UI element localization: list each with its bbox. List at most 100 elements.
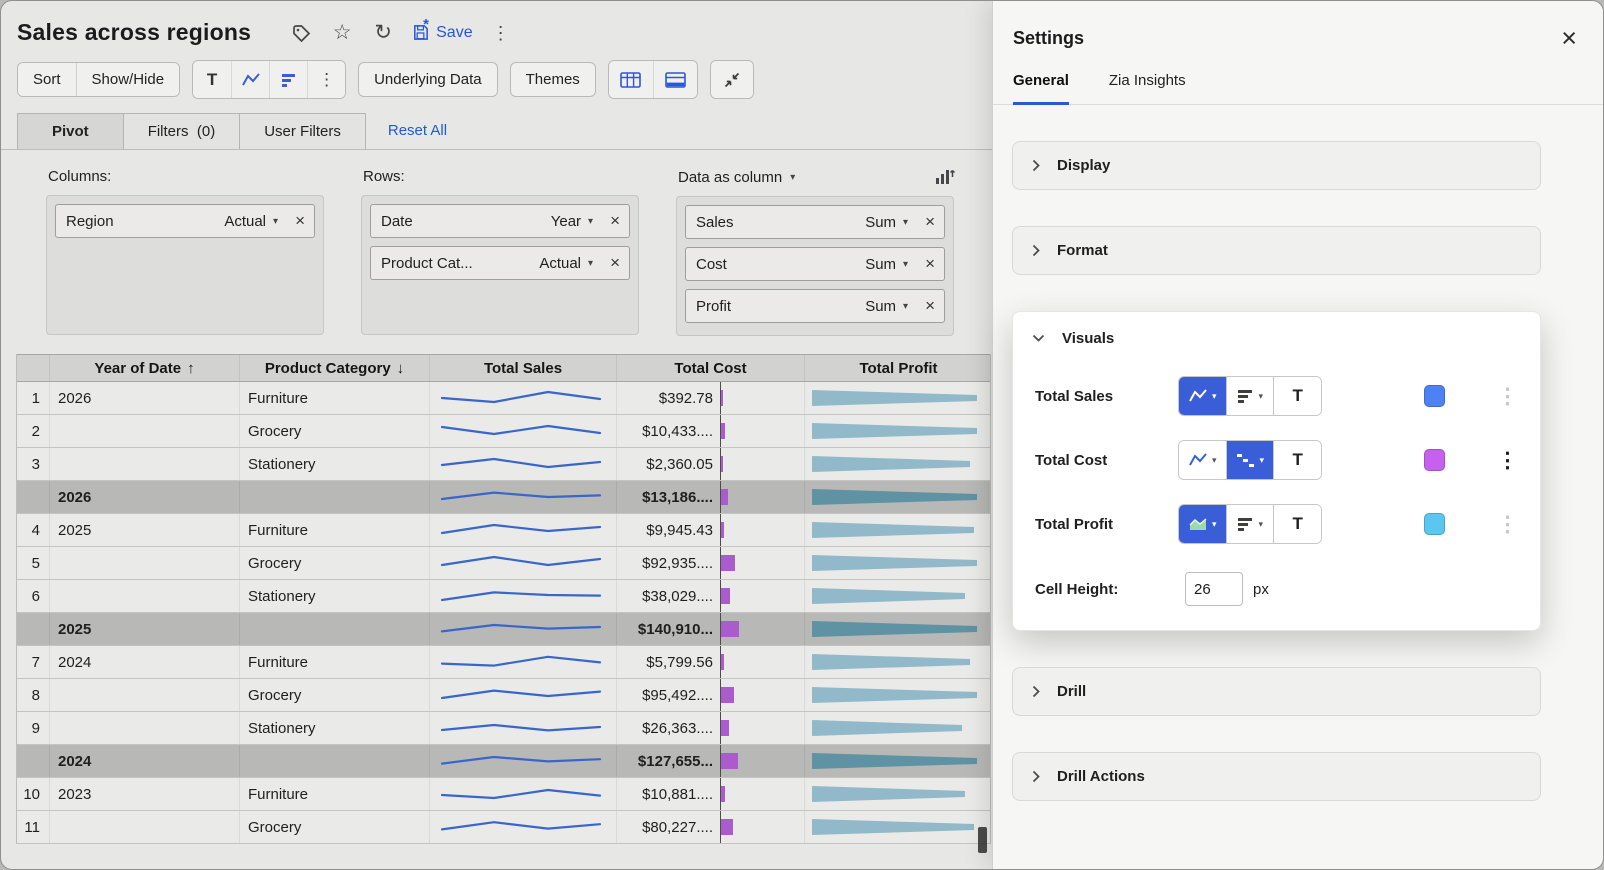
show-hide-button[interactable]: Show/Hide [76,63,180,96]
pivot-data-row[interactable]: 8Grocery$95,492.... [17,679,990,712]
section-drill[interactable]: Drill [1012,667,1541,716]
hbar-chart-button[interactable]: ▾ [1226,377,1274,415]
visuals-header[interactable]: Visuals [1013,312,1540,364]
pivot-data-row[interactable]: 5Grocery$92,935.... [17,547,990,580]
report-header: Sales across regions ☆ ↻ * Save ⋮ [1,1,994,52]
column-header-year[interactable]: Year of Date↑ [50,355,240,381]
columns-drop-zone[interactable]: RegionActual▾× [46,195,324,335]
aggregation-dropdown[interactable]: Year▾ [543,213,601,230]
more-options-icon[interactable]: ⋮ [1497,514,1518,535]
cell-height-input[interactable] [1185,572,1243,606]
pivot-data-row[interactable]: 11Grocery$80,227.... [17,811,990,844]
line-chart-button[interactable]: ▾ [1179,441,1226,479]
remove-field-icon[interactable]: × [916,212,938,232]
data-as-column-dropdown[interactable]: Data as column▾ [678,169,795,186]
more-tools-button[interactable]: ⋮ [307,61,345,98]
more-options-icon[interactable]: ⋮ [1497,450,1518,471]
sort-button[interactable]: Sort [18,63,76,96]
cost-bar [721,687,734,703]
text-button[interactable]: T [1273,377,1321,415]
star-icon[interactable]: ☆ [329,20,355,46]
line-chart-tool-button[interactable] [231,61,269,98]
color-swatch[interactable] [1424,385,1445,407]
remove-field-icon[interactable]: × [601,253,623,273]
pivot-data-row[interactable]: 42025Furniture$9,945.43 [17,514,990,547]
data-drop-zone[interactable]: SalesSum▾× CostSum▾× ProfitSum▾× [676,196,954,336]
text-button[interactable]: T [1273,441,1321,479]
pivot-data-row[interactable]: 2Grocery$10,433.... [17,415,990,448]
line-chart-button[interactable]: ▾ [1179,377,1226,415]
row-field-chip[interactable]: Product Cat...Actual▾× [370,246,630,280]
color-swatch[interactable] [1424,449,1445,471]
themes-button[interactable]: Themes [510,62,596,97]
section-format[interactable]: Format [1012,226,1541,275]
remove-field-icon[interactable]: × [286,211,308,231]
pivot-summary-row[interactable]: 2024$127,655... [17,745,990,778]
column-field-chip[interactable]: RegionActual▾× [55,204,315,238]
profit-funnel-bar [810,583,986,609]
remove-field-icon[interactable]: × [916,296,938,316]
save-button[interactable]: * Save [411,23,472,42]
cost-bar [721,720,729,736]
row-field-chip[interactable]: DateYear▾× [370,204,630,238]
column-header-sales[interactable]: Total Sales [430,355,617,381]
tag-icon[interactable] [288,20,314,46]
text-button[interactable]: T [1273,505,1321,543]
pivot-summary-row[interactable]: 2025$140,910... [17,613,990,646]
step-chart-button[interactable]: ▾ [1226,441,1274,479]
cost-bar [721,588,730,604]
column-header-category[interactable]: Product Category↓ [240,355,430,381]
grid-view-button[interactable] [609,61,653,98]
sales-sparkline-cell [430,448,617,480]
aggregation-dropdown[interactable]: Actual▾ [531,255,601,272]
aggregation-dropdown[interactable]: Actual▾ [216,213,286,230]
line-sparkline [436,715,606,741]
rows-drop-zone[interactable]: DateYear▾×Product Cat...Actual▾× [361,195,639,335]
section-display[interactable]: Display [1012,141,1541,190]
cost-cell: $2,360.05 [617,448,805,480]
color-swatch[interactable] [1424,513,1445,535]
aggregation-dropdown[interactable]: Sum▾ [857,298,916,315]
sort-bars-icon[interactable] [934,168,956,186]
reset-all-link[interactable]: Reset All [388,122,447,139]
area-chart-button[interactable]: ▾ [1179,505,1226,543]
scrollbar-thumb[interactable] [978,827,987,853]
aggregation-dropdown[interactable]: Sum▾ [857,214,916,231]
cost-cell: $26,363.... [617,712,805,744]
remove-field-icon[interactable]: × [601,211,623,231]
tab-general[interactable]: General [1013,72,1069,105]
text-tool-button[interactable]: T [193,61,231,98]
pivot-data-row[interactable]: 6Stationery$38,029.... [17,580,990,613]
column-header-cost[interactable]: Total Cost [617,355,805,381]
bar-chart-tool-button[interactable] [269,61,307,98]
year-cell [50,679,240,711]
tab-user-filters[interactable]: User Filters [239,113,366,149]
collapse-panel-button[interactable] [711,61,753,98]
underlying-data-button[interactable]: Underlying Data [358,62,498,97]
data-field-chip[interactable]: CostSum▾× [685,247,945,281]
tab-filters[interactable]: Filters (0) [123,113,241,149]
pivot-data-row[interactable]: 72024Furniture$5,799.56 [17,646,990,679]
chevron-down-icon: ▾ [588,258,593,269]
pivot-summary-row[interactable]: 2026$13,186.... [17,481,990,514]
hbar-chart-button[interactable]: ▾ [1226,505,1274,543]
tab-zia-insights[interactable]: Zia Insights [1109,72,1186,105]
column-header-profit[interactable]: Total Profit [805,355,992,381]
pivot-data-row[interactable]: 12026Furniture$392.78 [17,382,990,415]
close-icon[interactable]: × [1561,25,1577,52]
data-field-chip[interactable]: SalesSum▾× [685,205,945,239]
pivot-data-row[interactable]: 9Stationery$26,363.... [17,712,990,745]
section-drill-actions[interactable]: Drill Actions [1012,752,1541,801]
pivot-data-row[interactable]: 3Stationery$2,360.05 [17,448,990,481]
summary-grid-button[interactable] [653,61,697,98]
sales-sparkline-cell [430,712,617,744]
tab-pivot[interactable]: Pivot [17,113,124,149]
pivot-data-row[interactable]: 102023Furniture$10,881.... [17,778,990,811]
more-options-icon[interactable]: ⋮ [488,20,514,46]
refresh-icon[interactable]: ↻ [370,20,396,46]
data-field-chip[interactable]: ProfitSum▾× [685,289,945,323]
more-options-icon[interactable]: ⋮ [1497,386,1518,407]
sales-sparkline-cell [430,679,617,711]
aggregation-dropdown[interactable]: Sum▾ [857,256,916,273]
remove-field-icon[interactable]: × [916,254,938,274]
